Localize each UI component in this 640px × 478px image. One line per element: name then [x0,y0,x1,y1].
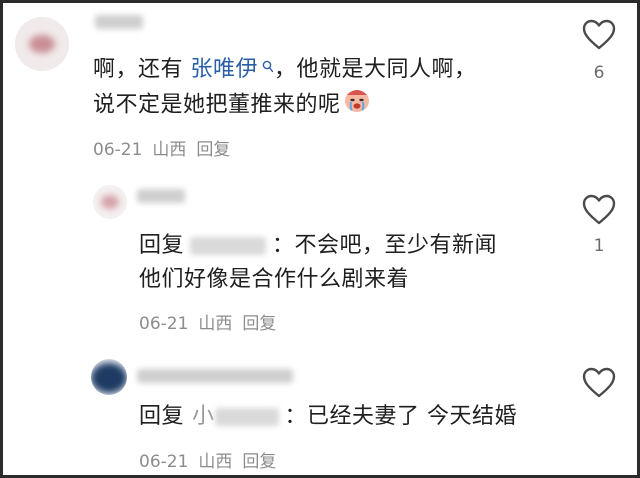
comment-meta: 06-21 山西 回复 [139,309,286,334]
comment-text: 啊，还有 [93,57,191,82]
reply-target-redacted[interactable] [214,408,279,426]
search-icon [262,51,274,85]
mention-link[interactable]: 张唯伊 [191,57,259,82]
comment-date: 06-21 [139,452,189,472]
reply-button[interactable]: 回复 [196,140,230,160]
comment-meta: 06-21 山西 回复 [139,447,286,472]
comment-text: ：不会吧，至少有新闻 [272,233,498,258]
comment-text: ：已经夫妻了 今天结婚 [284,404,518,429]
comment-meta: 06-21 山西 回复 [93,135,240,160]
comment-location: 山西 [198,314,233,334]
comment-text: ，他就是大同人啊， [274,57,477,82]
comment-date: 06-21 [139,314,189,334]
like-heart-icon[interactable] [582,19,616,51]
avatar[interactable] [91,359,127,395]
comment-text-line: 说不定是她把董推来的呢 [93,87,371,124]
reply-prefix: 回复 [139,404,185,429]
username-redacted[interactable] [137,369,293,383]
username-redacted[interactable] [137,189,185,203]
comment-date: 06-21 [93,140,143,160]
comment-location: 山西 [152,140,187,160]
reply-target-initial[interactable]: 小 [192,404,215,429]
like-heart-icon[interactable] [582,194,616,226]
reply-target-redacted[interactable] [190,237,267,255]
like-count: 6 [593,63,605,83]
crying-face-emoji [343,87,371,124]
comment-text: 他们好像是合作什么剧来着 [139,267,410,292]
like-heart-icon[interactable] [582,367,616,399]
comment-text-line: 回复 ：不会吧，至少有新闻 [139,229,497,263]
reply-button[interactable]: 回复 [242,314,276,334]
comment-thread: 啊，还有 张唯伊 ，他就是大同人啊， 说不定是她把董推来的呢 06-21 山西 回复… [0,0,640,478]
like-count: 1 [593,236,605,256]
comment-text: 说不定是她把董推来的呢 [93,92,341,118]
avatar[interactable] [15,17,69,71]
avatar[interactable] [93,185,127,219]
comment-location: 山西 [198,452,233,472]
comment-text-line: 回复小 ：已经夫妻了 今天结婚 [139,400,517,434]
reply-button[interactable]: 回复 [242,452,276,472]
username-redacted[interactable] [95,15,143,29]
comment-text-line: 啊，还有 张唯伊 ，他就是大同人啊， [93,53,477,87]
comment-text-line: 他们好像是合作什么剧来着 [139,263,409,297]
reply-prefix: 回复 [139,233,185,258]
